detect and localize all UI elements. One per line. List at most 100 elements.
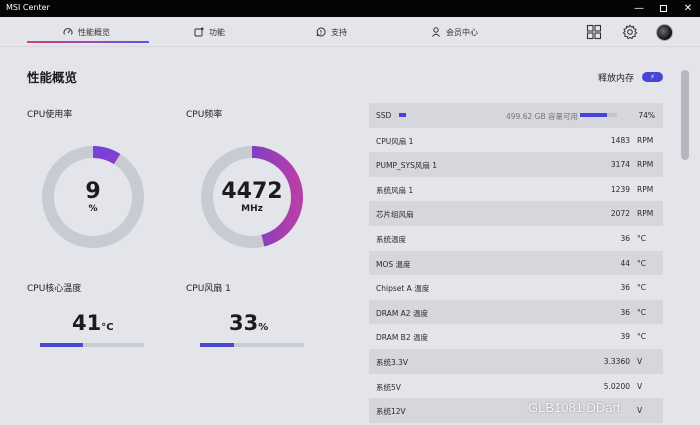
stat-name: 系统5V: [376, 382, 401, 392]
tab-label: 性能概览: [78, 27, 110, 37]
cpu-temp-value: 41: [72, 311, 102, 335]
stat-value: 44: [620, 258, 630, 268]
cpu-temp-unit: °C: [101, 322, 114, 333]
support-icon: [316, 27, 326, 37]
stat-row: 芯片组风扇 2072 RPM: [369, 201, 663, 226]
stat-unit: °C: [637, 332, 646, 342]
avatar[interactable]: [656, 24, 673, 41]
cpu-temp-label: CPU核心温度: [27, 284, 82, 294]
stat-row: CPU风扇 1 1483 RPM: [369, 128, 663, 153]
stat-name: PUMP_SYS风扇 1: [376, 161, 438, 171]
cpu-freq-gauge: 4472 MHz: [198, 143, 306, 251]
stat-row: 系统3.3V 3.3360 V: [369, 348, 663, 374]
cpu-temp-bar: [40, 343, 144, 347]
feature-icon: [194, 27, 204, 37]
stat-value: 36: [620, 307, 630, 317]
tab-overview[interactable]: 性能概览: [63, 21, 110, 43]
stat-row: 系统温度 36 °C: [369, 226, 663, 251]
app-title: MSI Center: [6, 3, 50, 12]
cpu-fan-bar-fill: [200, 343, 235, 347]
stat-value: 2072: [610, 209, 630, 219]
stat-name: 系统3.3V: [376, 357, 409, 367]
cpu-temp-value-group: 41°C: [72, 311, 114, 340]
maximize-icon: [659, 5, 667, 12]
gear-icon[interactable]: [622, 24, 638, 40]
stat-value: 39: [620, 332, 630, 342]
stat-value: 1239: [610, 184, 630, 194]
cpu-usage-label: CPU使用率: [27, 110, 73, 120]
stat-name: CPU风扇 1: [376, 136, 414, 146]
ssd-row: SSD 499.62 GB 容量可用 74%: [369, 103, 663, 128]
scrollbar[interactable]: [681, 70, 689, 160]
stat-name: DRAM B2 温度: [376, 333, 428, 343]
ssd-name: SSD: [376, 111, 392, 120]
stat-unit: V: [637, 356, 643, 366]
tab-label: 会员中心: [446, 27, 478, 37]
stat-value: 3174: [610, 160, 630, 170]
stat-value: 3.3360: [603, 356, 630, 366]
ssd-usage-fill: [580, 113, 608, 117]
watermark-text: GLB1081 DDart: [528, 400, 621, 415]
grid-icon[interactable]: [586, 24, 602, 40]
ssd-usage-bar: [580, 113, 617, 117]
stat-unit: RPM: [637, 209, 654, 219]
ssd-indicator: [399, 113, 406, 117]
stat-value: 5.0200: [603, 381, 630, 391]
stat-name: 系统风扇 1: [376, 185, 414, 195]
tab-support[interactable]: 支持: [316, 21, 347, 43]
cpu-usage-unit: %: [88, 203, 98, 214]
gauge-icon: [63, 28, 73, 35]
stat-unit: °C: [637, 283, 646, 293]
stat-row: DRAM B2 温度 39 °C: [369, 324, 663, 349]
cpu-freq-value: 4472: [221, 178, 283, 204]
stat-name: 系统12V: [376, 407, 406, 417]
cpu-freq-unit: MHz: [241, 203, 263, 214]
release-memory-label: 释放内存: [598, 74, 635, 84]
stat-name: MOS 温度: [376, 259, 411, 269]
cpu-usage-value: 9: [85, 178, 101, 204]
tab-label: 支持: [331, 27, 347, 37]
stat-name: 系统温度: [376, 234, 406, 244]
minimize-button[interactable]: —: [626, 0, 652, 17]
cpu-fan-unit: %: [258, 322, 269, 333]
stat-row: 系统5V 5.0200 V: [369, 374, 663, 399]
stat-value: 36: [620, 283, 630, 293]
stat-row: PUMP_SYS风扇 1 3174 RPM: [369, 152, 663, 177]
hardware-stats-list: SSD 499.62 GB 容量可用 74% CPU风扇 1 1483 RPM PU…: [369, 103, 663, 425]
cpu-fan-value: 33: [229, 311, 259, 335]
stat-name: 芯片组风扇: [376, 210, 414, 220]
maximize-button[interactable]: [650, 0, 676, 17]
tab-features[interactable]: 功能: [194, 21, 225, 43]
stat-unit: °C: [637, 307, 646, 317]
stat-name: Chipset A 温度: [376, 284, 430, 294]
page-title: 性能概览: [27, 70, 78, 85]
ssd-capacity: 499.62 GB 容量可用: [506, 112, 578, 121]
close-button[interactable]: ✕: [675, 0, 700, 17]
cpu-fan-label: CPU风扇 1: [186, 284, 231, 294]
cpu-fan-bar: [200, 343, 304, 347]
cpu-fan-value-group: 33%: [229, 311, 268, 340]
user-icon: [432, 27, 440, 37]
tab-label: 功能: [209, 27, 225, 37]
stat-unit: V: [637, 406, 643, 416]
cpu-usage-gauge: 9 %: [39, 143, 147, 251]
stat-unit: RPM: [637, 184, 654, 194]
stat-unit: °C: [637, 258, 646, 268]
cpu-freq-label: CPU频率: [186, 110, 223, 120]
nav-divider: [0, 46, 700, 47]
stat-name: DRAM A2 温度: [376, 308, 428, 318]
stat-row: MOS 温度 44 °C: [369, 250, 663, 276]
stat-value: 1483: [610, 135, 630, 145]
stat-row: 系统风扇 1 1239 RPM: [369, 177, 663, 202]
stat-unit: °C: [637, 233, 646, 243]
stat-row: DRAM A2 温度 36 °C: [369, 299, 663, 325]
tab-membership[interactable]: 会员中心: [431, 21, 478, 43]
active-tab-indicator: [27, 41, 149, 43]
title-bar: MSI Center — ✕: [0, 0, 700, 17]
ssd-percent: 74%: [638, 111, 655, 120]
stat-unit: V: [637, 381, 643, 391]
cpu-temp-bar-fill: [40, 343, 83, 347]
lightning-icon: ⚡: [650, 73, 655, 81]
release-memory-toggle[interactable]: ⚡: [642, 72, 663, 82]
stat-unit: RPM: [637, 135, 654, 145]
